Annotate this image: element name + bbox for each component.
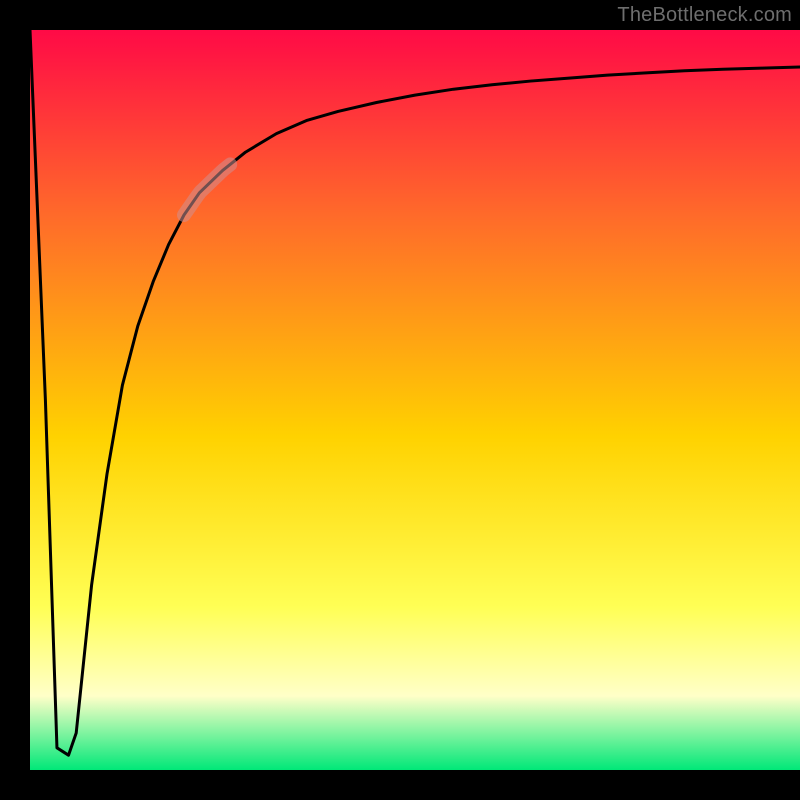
chart-frame: TheBottleneck.com <box>0 0 800 800</box>
chart-svg <box>30 30 800 770</box>
watermark-text: TheBottleneck.com <box>617 4 792 27</box>
plot-area <box>30 30 800 770</box>
gradient-background <box>30 30 800 770</box>
